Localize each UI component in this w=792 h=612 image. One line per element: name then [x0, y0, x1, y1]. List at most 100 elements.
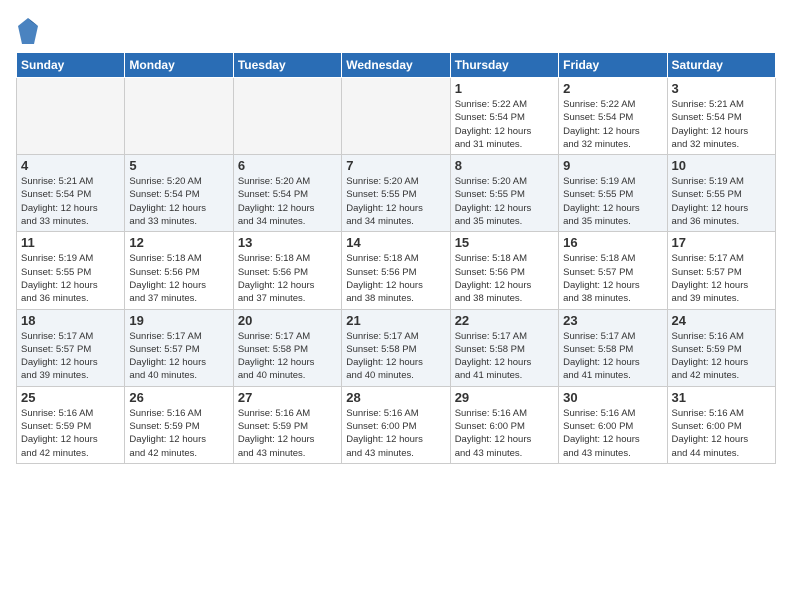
- calendar-cell: 15 Sunrise: 5:18 AM Sunset: 5:56 PM Dayli…: [450, 232, 558, 309]
- day-info: Sunrise: 5:17 AM Sunset: 5:57 PM Dayligh…: [672, 252, 771, 305]
- day-info: Sunrise: 5:16 AM Sunset: 5:59 PM Dayligh…: [21, 407, 120, 460]
- day-info: Sunrise: 5:16 AM Sunset: 6:00 PM Dayligh…: [455, 407, 554, 460]
- calendar-week-2: 4Sunrise: 5:21 AM Sunset: 5:54 PM Daylig…: [17, 155, 776, 232]
- calendar-week-5: 25 Sunrise: 5:16 AM Sunset: 5:59 PM Dayli…: [17, 386, 776, 463]
- calendar-cell: [233, 78, 341, 155]
- calendar-cell: 6 Sunrise: 5:20 AM Sunset: 5:54 PM Daylig…: [233, 155, 341, 232]
- day-info: Sunrise: 5:19 AM Sunset: 5:55 PM Dayligh…: [563, 175, 662, 228]
- calendar-cell: [17, 78, 125, 155]
- day-number: 16: [563, 235, 662, 250]
- column-header-thursday: Thursday: [450, 53, 558, 78]
- day-number: 24: [672, 313, 771, 328]
- day-info: Sunrise: 5:18 AM Sunset: 5:56 PM Dayligh…: [346, 252, 445, 305]
- column-header-friday: Friday: [559, 53, 667, 78]
- day-number: 31: [672, 390, 771, 405]
- calendar-cell: 31 Sunrise: 5:16 AM Sunset: 6:00 PM Dayli…: [667, 386, 775, 463]
- day-number: 13: [238, 235, 337, 250]
- calendar-table: SundayMondayTuesdayWednesdayThursdayFrid…: [16, 52, 776, 464]
- day-number: 1: [455, 81, 554, 96]
- logo-icon: [16, 16, 40, 46]
- day-info: Sunrise: 5:17 AM Sunset: 5:57 PM Dayligh…: [21, 330, 120, 383]
- day-info: Sunrise: 5:22 AM Sunset: 5:54 PM Dayligh…: [563, 98, 662, 151]
- day-info: Sunrise: 5:21 AM Sunset: 5:54 PM Dayligh…: [672, 98, 771, 151]
- calendar-cell: 30 Sunrise: 5:16 AM Sunset: 6:00 PM Dayli…: [559, 386, 667, 463]
- day-number: 11: [21, 235, 120, 250]
- day-number: 19: [129, 313, 228, 328]
- day-number: 15: [455, 235, 554, 250]
- day-number: 23: [563, 313, 662, 328]
- calendar-cell: 17 Sunrise: 5:17 AM Sunset: 5:57 PM Dayli…: [667, 232, 775, 309]
- column-header-monday: Monday: [125, 53, 233, 78]
- calendar-cell: 20Sunrise: 5:17 AM Sunset: 5:58 PM Dayli…: [233, 309, 341, 386]
- column-header-tuesday: Tuesday: [233, 53, 341, 78]
- day-info: Sunrise: 5:17 AM Sunset: 5:58 PM Dayligh…: [563, 330, 662, 383]
- day-number: 9: [563, 158, 662, 173]
- day-number: 30: [563, 390, 662, 405]
- calendar-cell: [342, 78, 450, 155]
- column-header-sunday: Sunday: [17, 53, 125, 78]
- day-info: Sunrise: 5:18 AM Sunset: 5:57 PM Dayligh…: [563, 252, 662, 305]
- day-info: Sunrise: 5:19 AM Sunset: 5:55 PM Dayligh…: [672, 175, 771, 228]
- calendar-cell: 22Sunrise: 5:17 AM Sunset: 5:58 PM Dayli…: [450, 309, 558, 386]
- day-info: Sunrise: 5:17 AM Sunset: 5:57 PM Dayligh…: [129, 330, 228, 383]
- column-header-saturday: Saturday: [667, 53, 775, 78]
- calendar-cell: 21Sunrise: 5:17 AM Sunset: 5:58 PM Dayli…: [342, 309, 450, 386]
- calendar-cell: 27 Sunrise: 5:16 AM Sunset: 5:59 PM Dayli…: [233, 386, 341, 463]
- calendar-week-4: 18 Sunrise: 5:17 AM Sunset: 5:57 PM Dayli…: [17, 309, 776, 386]
- calendar-cell: [125, 78, 233, 155]
- day-number: 20: [238, 313, 337, 328]
- day-number: 12: [129, 235, 228, 250]
- day-info: Sunrise: 5:18 AM Sunset: 5:56 PM Dayligh…: [129, 252, 228, 305]
- calendar-cell: 9 Sunrise: 5:19 AM Sunset: 5:55 PM Daylig…: [559, 155, 667, 232]
- day-info: Sunrise: 5:19 AM Sunset: 5:55 PM Dayligh…: [21, 252, 120, 305]
- day-info: Sunrise: 5:20 AM Sunset: 5:55 PM Dayligh…: [455, 175, 554, 228]
- calendar-cell: 3 Sunrise: 5:21 AM Sunset: 5:54 PM Daylig…: [667, 78, 775, 155]
- calendar-cell: 24 Sunrise: 5:16 AM Sunset: 5:59 PM Dayli…: [667, 309, 775, 386]
- day-info: Sunrise: 5:20 AM Sunset: 5:55 PM Dayligh…: [346, 175, 445, 228]
- day-number: 28: [346, 390, 445, 405]
- day-number: 27: [238, 390, 337, 405]
- day-number: 18: [21, 313, 120, 328]
- day-info: Sunrise: 5:16 AM Sunset: 5:59 PM Dayligh…: [672, 330, 771, 383]
- calendar-week-3: 11 Sunrise: 5:19 AM Sunset: 5:55 PM Dayli…: [17, 232, 776, 309]
- calendar-cell: 13 Sunrise: 5:18 AM Sunset: 5:56 PM Dayli…: [233, 232, 341, 309]
- day-number: 26: [129, 390, 228, 405]
- day-info: Sunrise: 5:16 AM Sunset: 6:00 PM Dayligh…: [672, 407, 771, 460]
- day-number: 5: [129, 158, 228, 173]
- column-header-wednesday: Wednesday: [342, 53, 450, 78]
- calendar-header-row: SundayMondayTuesdayWednesdayThursdayFrid…: [17, 53, 776, 78]
- day-number: 3: [672, 81, 771, 96]
- page-header: [16, 16, 776, 46]
- calendar-cell: 26 Sunrise: 5:16 AM Sunset: 5:59 PM Dayli…: [125, 386, 233, 463]
- calendar-cell: 1 Sunrise: 5:22 AM Sunset: 5:54 PM Daylig…: [450, 78, 558, 155]
- day-number: 17: [672, 235, 771, 250]
- calendar-cell: 25 Sunrise: 5:16 AM Sunset: 5:59 PM Dayli…: [17, 386, 125, 463]
- day-info: Sunrise: 5:18 AM Sunset: 5:56 PM Dayligh…: [238, 252, 337, 305]
- calendar-cell: 19 Sunrise: 5:17 AM Sunset: 5:57 PM Dayli…: [125, 309, 233, 386]
- calendar-cell: 12 Sunrise: 5:18 AM Sunset: 5:56 PM Dayli…: [125, 232, 233, 309]
- calendar-cell: 8 Sunrise: 5:20 AM Sunset: 5:55 PM Daylig…: [450, 155, 558, 232]
- day-number: 6: [238, 158, 337, 173]
- day-number: 25: [21, 390, 120, 405]
- day-number: 10: [672, 158, 771, 173]
- day-info: Sunrise: 5:17 AM Sunset: 5:58 PM Dayligh…: [455, 330, 554, 383]
- day-info: Sunrise: 5:22 AM Sunset: 5:54 PM Dayligh…: [455, 98, 554, 151]
- day-info: Sunrise: 5:16 AM Sunset: 6:00 PM Dayligh…: [563, 407, 662, 460]
- day-info: Sunrise: 5:21 AM Sunset: 5:54 PM Dayligh…: [21, 175, 120, 228]
- calendar-cell: 29Sunrise: 5:16 AM Sunset: 6:00 PM Dayli…: [450, 386, 558, 463]
- calendar-cell: 23 Sunrise: 5:17 AM Sunset: 5:58 PM Dayli…: [559, 309, 667, 386]
- day-number: 7: [346, 158, 445, 173]
- calendar-week-1: 1 Sunrise: 5:22 AM Sunset: 5:54 PM Daylig…: [17, 78, 776, 155]
- day-info: Sunrise: 5:16 AM Sunset: 5:59 PM Dayligh…: [129, 407, 228, 460]
- day-info: Sunrise: 5:20 AM Sunset: 5:54 PM Dayligh…: [238, 175, 337, 228]
- logo: [16, 16, 44, 46]
- day-info: Sunrise: 5:18 AM Sunset: 5:56 PM Dayligh…: [455, 252, 554, 305]
- calendar-cell: 16 Sunrise: 5:18 AM Sunset: 5:57 PM Dayli…: [559, 232, 667, 309]
- calendar-cell: 2Sunrise: 5:22 AM Sunset: 5:54 PM Daylig…: [559, 78, 667, 155]
- calendar-cell: 4Sunrise: 5:21 AM Sunset: 5:54 PM Daylig…: [17, 155, 125, 232]
- calendar-cell: 10 Sunrise: 5:19 AM Sunset: 5:55 PM Dayli…: [667, 155, 775, 232]
- calendar-cell: 14Sunrise: 5:18 AM Sunset: 5:56 PM Dayli…: [342, 232, 450, 309]
- day-number: 8: [455, 158, 554, 173]
- day-info: Sunrise: 5:16 AM Sunset: 5:59 PM Dayligh…: [238, 407, 337, 460]
- calendar-cell: 28Sunrise: 5:16 AM Sunset: 6:00 PM Dayli…: [342, 386, 450, 463]
